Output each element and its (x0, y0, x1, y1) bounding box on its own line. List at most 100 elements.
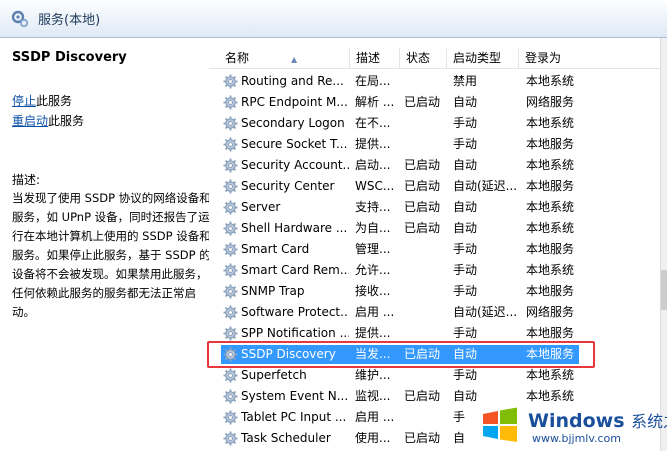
service-description-cell: 启用 ... (355, 305, 395, 319)
stop-service-suffix: 此服务 (36, 94, 73, 108)
service-row[interactable]: Security Center WSC... 已启动 自动(延迟... 本地服务 (209, 176, 667, 197)
gear-icon (223, 221, 238, 236)
column-header-logon-as[interactable]: 登录为 (519, 48, 667, 69)
service-logon-as: 本地系统 (526, 389, 575, 403)
service-description-cell: 在不... (355, 116, 391, 130)
service-logon-as: 网络服务 (526, 305, 575, 319)
gear-icon (223, 368, 238, 383)
column-header-status[interactable]: 状态 (400, 48, 447, 69)
service-status: 已启动 (404, 179, 441, 193)
gear-icon (223, 284, 238, 299)
service-row[interactable]: Secure Socket T... 提供... 手动 本地服务 (209, 134, 667, 155)
service-row[interactable]: Shell Hardware ... 为自... 已启动 自动 本地系统 (209, 218, 667, 239)
service-status (404, 113, 450, 134)
service-description-cell: 在局... (355, 74, 391, 88)
service-row[interactable]: Tablet PC Input ... 启用 ... 手 (209, 407, 667, 428)
restart-service-line: 重启动此服务 (12, 111, 214, 131)
service-startup-type: 手动 (453, 116, 478, 130)
service-name: Security Account... (241, 158, 349, 172)
service-startup-type: 手动 (453, 326, 478, 340)
service-name: Smart Card (241, 242, 310, 256)
service-description-cell: 提供... (355, 137, 391, 151)
service-startup-type: 手动 (453, 137, 478, 151)
description-label: 描述: (12, 173, 41, 187)
restart-service-link[interactable]: 重启动 (12, 114, 48, 128)
gear-icon (223, 305, 238, 320)
service-startup-type: 自 (453, 431, 466, 445)
service-status (404, 365, 450, 386)
service-startup-type: 自动 (453, 221, 478, 235)
service-startup-type: 手 (453, 410, 466, 424)
service-row[interactable]: SPP Notification ... 提供... 手动 本地服务 (209, 323, 667, 344)
service-logon-as: 本地服务 (526, 137, 575, 151)
service-status: 已启动 (404, 200, 441, 214)
service-logon-as: 本地系统 (526, 221, 575, 235)
service-row[interactable]: SNMP Trap 接收... 手动 本地服务 (209, 281, 667, 302)
service-logon-as: 本地服务 (526, 242, 575, 256)
service-row[interactable]: RPC Endpoint M... 解析 ... 已启动 自动 网络服务 (209, 92, 667, 113)
gear-icon (223, 263, 238, 278)
service-row[interactable]: Server 支持... 已启动 自动 本地系统 (209, 197, 667, 218)
service-logon-as: 本地服务 (526, 284, 575, 298)
service-row[interactable]: Secondary Logon 在不... 手动 本地系统 (209, 113, 667, 134)
service-status (404, 71, 450, 92)
service-name: Server (241, 200, 281, 214)
service-description-cell: 管理... (355, 242, 391, 256)
service-logon-as: 网络服务 (526, 95, 575, 109)
gear-icon (223, 179, 238, 194)
service-name: Smart Card Rem... (241, 263, 349, 277)
service-description-cell: 允许... (355, 263, 391, 277)
stop-service-link[interactable]: 停止 (12, 94, 36, 108)
restart-service-suffix: 此服务 (48, 114, 85, 128)
gear-icon (223, 431, 238, 446)
column-header-startup-type[interactable]: 启动类型 (447, 48, 519, 69)
service-name: Secondary Logon (241, 116, 345, 130)
service-logon-as: 本地系统 (526, 158, 575, 172)
services-window: 服务(本地) SSDP Discovery 停止此服务 重启动此服务 描述: 当… (0, 0, 667, 451)
service-name: Task Scheduler (241, 431, 331, 445)
service-description: 当发现了使用 SSDP 协议的网络设备和服务，如 UPnP 设备，同时还报告了运… (12, 191, 211, 319)
service-row[interactable]: Security Account... 启动... 已启动 自动 本地系统 (209, 155, 667, 176)
service-row[interactable]: Routing and Re... 在局... 禁用 本地系统 (209, 71, 667, 92)
service-name: SSDP Discovery (241, 347, 336, 361)
service-row[interactable]: Task Scheduler 使用... 已启动自 (209, 428, 667, 449)
service-logon-as (526, 407, 586, 428)
service-row-selected[interactable]: SSDP Discovery 当发... 已启动 自动 本地服务 (209, 344, 667, 365)
services-list: 名称 ▲ 描述 状态 启动类型 登录为 Routing and Re... 在局.… (209, 38, 667, 451)
service-description-cell: 接收... (355, 284, 391, 298)
service-startup-type: 自动(延迟... (453, 179, 518, 193)
service-logon-as: 本地系统 (526, 263, 575, 277)
column-header-description[interactable]: 描述 (350, 48, 400, 69)
column-header-name[interactable]: 名称 ▲ (219, 48, 350, 69)
service-row[interactable]: System Event N... 监视... 已启动 自动 本地系统 (209, 386, 667, 407)
service-row[interactable]: Superfetch 维护... 手动 本地系统 (209, 365, 667, 386)
service-startup-type: 自动 (453, 347, 478, 361)
service-logon-as (526, 428, 586, 449)
gear-icon (223, 347, 238, 362)
service-status (404, 134, 450, 155)
vertical-scrollbar[interactable] (660, 38, 667, 451)
service-description-cell: 解析 ... (355, 95, 395, 109)
service-name: Shell Hardware ... (241, 221, 348, 235)
service-logon-as: 本地服务 (526, 179, 575, 193)
service-status: 已启动 (404, 221, 441, 235)
service-row[interactable]: Smart Card Rem... 允许... 手动 本地系统 (209, 260, 667, 281)
service-description-cell: 支持... (355, 200, 391, 214)
service-status (404, 323, 450, 344)
service-name: Superfetch (241, 368, 307, 382)
stop-service-line: 停止此服务 (12, 91, 214, 111)
gear-icon (223, 389, 238, 404)
gear-icon (223, 200, 238, 215)
service-row[interactable]: Software Protect... 启用 ... 自动(延迟... 网络服务 (209, 302, 667, 323)
service-row[interactable]: Smart Card 管理... 手动 本地服务 (209, 239, 667, 260)
gear-icon (223, 116, 238, 131)
header-bar: 服务(本地) (0, 0, 667, 38)
service-description-cell: 提供... (355, 326, 391, 340)
service-logon-as: 本地系统 (526, 200, 575, 214)
scrollbar-thumb[interactable] (661, 270, 667, 310)
service-startup-type: 自动(延迟... (453, 305, 518, 319)
service-detail-panel: SSDP Discovery 停止此服务 重启动此服务 描述: 当发现了使用 S… (0, 38, 214, 451)
service-status: 已启动 (404, 158, 441, 172)
service-startup-type: 自动 (453, 158, 478, 172)
service-name: Routing and Re... (241, 74, 344, 88)
